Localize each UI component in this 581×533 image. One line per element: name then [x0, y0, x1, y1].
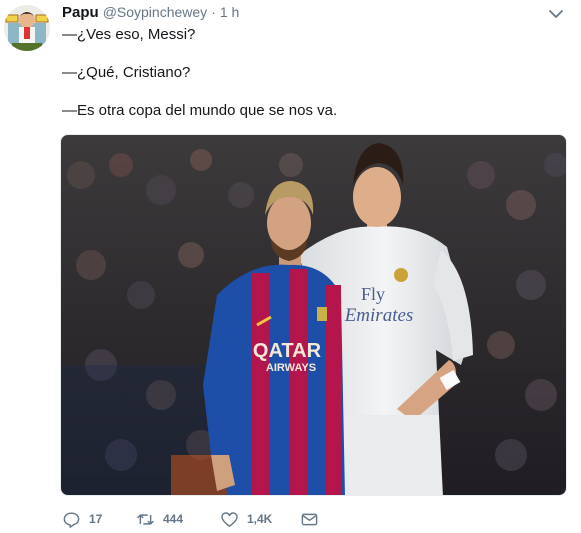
avatar-image [4, 5, 50, 51]
author-handle[interactable]: @Soypinchewey [103, 4, 208, 20]
like-button[interactable]: 1,4K [220, 507, 272, 531]
tweet-text: —¿Ves eso, Messi? —¿Qué, Cristiano? —Es … [62, 25, 562, 120]
sponsor-text-right-bottom: Emirates [344, 305, 414, 326]
direct-message-button[interactable] [300, 507, 319, 531]
tweet-header: Papu @Soypinchewey · 1 h [62, 4, 239, 24]
author-avatar[interactable] [4, 5, 50, 51]
retweet-button[interactable]: 444 [136, 507, 183, 531]
tweet-photo[interactable]: Fly Emirates QATAR AIRWAYS [60, 134, 567, 496]
tweet-actions: 17 444 1,4K [62, 507, 562, 531]
retweet-icon [137, 513, 154, 525]
chevron-down-icon [549, 10, 563, 18]
sponsor-text-left-bottom: AIRWAYS [266, 362, 316, 374]
reply-button[interactable]: 17 [62, 507, 102, 531]
author-name[interactable]: Papu [62, 4, 99, 21]
tweet[interactable]: Papu @Soypinchewey · 1 h —¿Ves eso, Mess… [0, 0, 581, 533]
tweet-line: —¿Qué, Cristiano? [62, 64, 191, 81]
sponsor-text-right-top: Fly [361, 284, 385, 304]
tweet-line: —Es otra copa del mundo que se nos va. [62, 102, 338, 119]
heart-icon [221, 511, 238, 527]
tweet-line: —¿Ves eso, Messi? [62, 26, 196, 43]
sponsor-text-left-top: QATAR [253, 340, 322, 362]
reply-icon [63, 511, 80, 528]
tweet-menu-button[interactable] [548, 7, 564, 19]
envelope-icon [301, 513, 318, 525]
football-players-photo: Fly Emirates QATAR AIRWAYS [61, 135, 566, 495]
reply-count: 17 [89, 512, 103, 526]
separator-dot: · [211, 4, 216, 20]
like-count: 1,4K [247, 512, 273, 526]
timestamp-link[interactable]: 1 h [220, 4, 239, 20]
retweet-count: 444 [163, 512, 184, 526]
